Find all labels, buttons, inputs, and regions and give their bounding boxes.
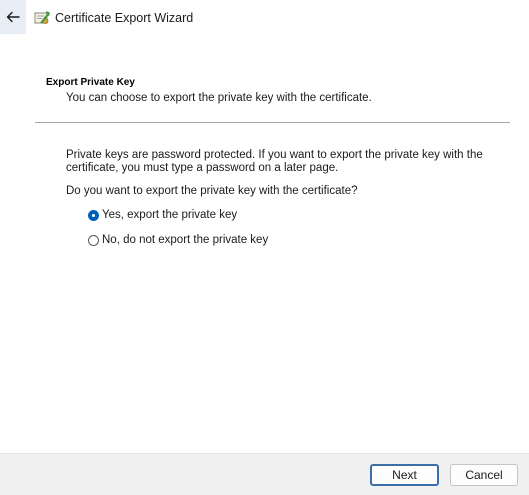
radio-option-no[interactable]: No, do not export the private key [88, 234, 268, 246]
window-title: Certificate Export Wizard [55, 11, 194, 25]
radio-label-yes: Yes, export the private key [102, 209, 238, 221]
radio-label-no: No, do not export the private key [102, 234, 269, 246]
radio-option-yes[interactable]: Yes, export the private key [88, 209, 237, 221]
back-button[interactable] [0, 0, 26, 34]
question-label: Do you want to export the private key wi… [66, 185, 358, 197]
info-text: Private keys are password protected. If … [66, 149, 483, 174]
page-title: Export Private Key [46, 77, 135, 88]
page-subtitle: You can choose to export the private key… [66, 92, 372, 104]
cancel-button[interactable]: Cancel [450, 464, 518, 486]
title-bar: Certificate Export Wizard [0, 0, 529, 36]
arrow-left-icon [6, 11, 20, 23]
next-button[interactable]: Next [370, 464, 439, 486]
certificate-icon [34, 11, 50, 24]
radio-button-no[interactable] [88, 234, 99, 246]
footer-bar: Next Cancel [0, 453, 529, 495]
header-divider [35, 122, 510, 123]
radio-button-yes[interactable] [88, 209, 99, 221]
